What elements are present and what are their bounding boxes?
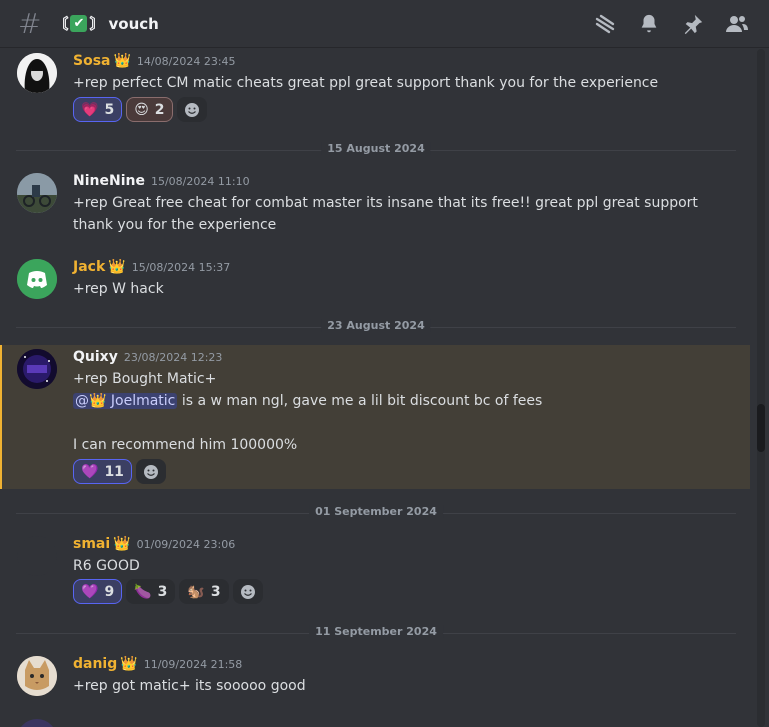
message-text: +rep got matic+ its sooooo good [73,678,306,694]
message-feed: Sosa 👑 14/08/2024 23:45 +rep perfect CM ma… [0,49,750,727]
avatar[interactable] [17,536,57,576]
avatar[interactable] [17,656,57,696]
smile-icon [143,464,158,479]
bell-icon[interactable] [637,12,661,36]
timestamp: 15/08/2024 15:37 [131,261,231,274]
scrollbar-thumb[interactable] [757,404,765,452]
crown-icon: 👑 [113,53,131,69]
channel-header: # 〘 ✔ 〙 vouch [0,0,769,48]
add-reaction-button[interactable] [135,459,166,484]
reaction[interactable]: 💜 11 [73,459,132,484]
channel-name: vouch [108,14,159,33]
heart-eyes-icon: 😍 [134,101,149,118]
message-text: +rep Bought Matic+ @👑 Joelmatic is a w m… [73,371,543,453]
scrollbar-track[interactable] [757,49,765,727]
purple-heart-icon: 💜 [81,583,99,600]
checkmark-icon: ✔ [70,15,88,32]
reaction[interactable]: 🍆 3 [126,579,176,604]
smile-icon [240,584,255,599]
reaction[interactable]: 💜 9 [73,579,123,604]
timestamp: 11/09/2024 21:58 [143,658,243,671]
author-name[interactable]: Jack 👑 15/08/2024 15:37 [73,259,230,275]
timestamp: 14/08/2024 23:45 [136,55,236,68]
timestamp: 15/08/2024 11:10 [150,175,250,188]
avatar[interactable] [17,259,57,299]
avatar[interactable] [17,173,57,213]
purple-heart-icon: 💜 [81,463,99,480]
crown-icon: 👑 [120,656,138,672]
add-reaction-button[interactable] [232,579,263,604]
heart-icon: 💗 [81,101,99,118]
message-text: +rep perfect CM matic cheats great ppl g… [73,75,659,91]
date-divider: 01 September 2024 [16,505,736,518]
smile-icon [184,102,199,117]
avatar[interactable] [17,53,57,93]
date-divider: 15 August 2024 [16,142,736,155]
author-name[interactable]: danig 👑 11/09/2024 21:58 [73,656,242,672]
members-icon[interactable] [725,12,749,36]
add-reaction-button[interactable] [176,97,207,122]
discord-logo-icon [17,259,57,299]
hashtag-icon: # [18,6,42,40]
avatar[interactable] [17,349,57,389]
threads-icon[interactable] [593,12,617,36]
timestamp: 23/08/2024 12:23 [123,351,223,364]
crown-icon: 👑 [113,536,131,552]
author-name[interactable]: Quixy 23/08/2024 12:23 [73,349,222,365]
crown-icon: 👑 [108,259,126,275]
reaction[interactable]: 😍 2 [126,97,173,122]
user-mention[interactable]: @👑 Joelmatic [73,393,178,409]
message-text: +rep W hack [73,281,164,297]
date-divider: 11 September 2024 [16,625,736,638]
author-name[interactable]: smai 👑 01/09/2024 23:06 [73,536,235,552]
message-text: R6 GOOD [73,558,140,574]
eggplant-icon: 🍆 [134,583,152,600]
author-name[interactable]: Sosa 👑 14/08/2024 23:45 [73,53,236,69]
avatar[interactable] [17,719,57,727]
timestamp: 01/09/2024 23:06 [136,538,236,551]
reaction[interactable]: 💗 5 [73,97,123,122]
chipmunk-icon: 🐿️ [187,583,205,600]
channel-title: 〘 ✔ 〙 vouch [53,14,159,34]
date-divider: 23 August 2024 [16,319,736,332]
author-name[interactable]: NineNine 15/08/2024 11:10 [73,173,250,189]
message-text: +rep Great free cheat for combat master … [73,195,698,233]
pin-icon[interactable] [681,12,705,36]
reaction[interactable]: 🐿️ 3 [179,579,229,604]
